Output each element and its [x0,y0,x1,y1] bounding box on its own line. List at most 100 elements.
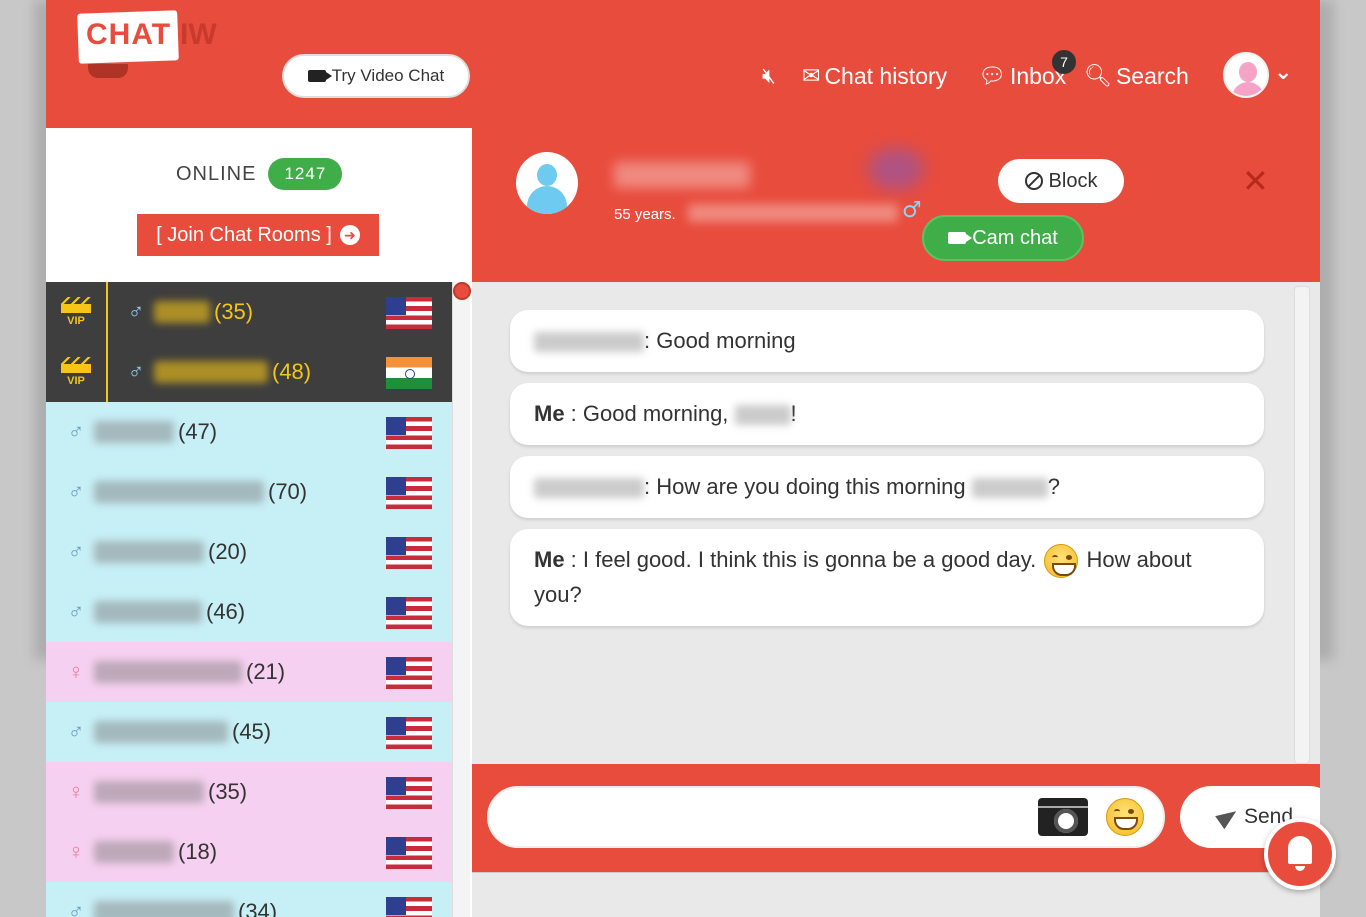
username-redacted [94,721,228,743]
notification-bell-button[interactable] [1264,818,1336,890]
sender-name-redacted [534,478,644,499]
envelope-icon: ✉ [802,63,821,88]
us-flag-icon [386,297,432,329]
vip-label: VIP [67,315,85,327]
user-avatar[interactable] [1223,52,1269,98]
peer-badge-redacted [868,148,924,190]
message-text: : I feel good. I think this is gonna be … [564,547,1043,572]
try-video-chat-label: Try Video Chat [331,66,445,85]
username-redacted [154,301,210,323]
user-age: (34) [238,899,278,917]
message-bubble: Me : Good morning, ! [510,383,1264,445]
sender-name-redacted [534,332,644,353]
user-list-item[interactable]: ♀ (21) [46,642,452,702]
search-icon: 🔍︎ [1084,63,1112,88]
peer-avatar-head [537,164,557,186]
us-flag-icon [386,537,432,569]
peer-name-redacted [614,162,750,188]
male-icon: ♂ [67,719,85,744]
crown-icon [61,357,91,373]
peer-location-redacted [688,204,898,222]
block-icon [1024,172,1043,190]
username-redacted [94,481,264,503]
user-age: (35) [208,779,248,804]
message-bubble: : Good morning [510,310,1264,372]
user-age: (46) [206,599,246,624]
user-age: (45) [232,719,272,744]
user-list-item[interactable]: ♂ (45) [46,702,452,762]
us-flag-icon [386,657,432,689]
user-list-item[interactable]: ♀ (18) [46,822,452,882]
user-list-item[interactable]: VIP ♂ (48) [46,342,452,402]
message-bubble: : How are you doing this morning ? [510,456,1264,518]
video-camera-icon [307,70,332,82]
male-icon: ♂ [127,299,145,324]
peer-avatar-body [527,186,567,214]
male-icon: ♂ [127,359,145,384]
sidebar-scrollbar[interactable] [452,282,471,917]
user-list: VIP ♂ (35) VIP ♂ (48) ♂ (47) ♂ (70) ♂ (20) ♂ (46) ♀ (21… [46,282,452,917]
us-flag-icon [386,417,432,449]
chevron-down-icon[interactable]: ⌄ [1274,60,1292,85]
volume-mute-icon: 🔇︎ [762,63,776,88]
grinning-emoji-icon [1044,544,1079,579]
arrow-right-icon: ➜ [339,225,360,245]
search-link[interactable]: 🔍︎ Search [1084,58,1189,94]
india-flag-icon [386,357,432,389]
emoji-picker-icon[interactable] [1106,798,1144,836]
chat-header: 55 years. ♂ Block Cam chat ✕ [472,128,1320,282]
user-list-item[interactable]: ♂ (70) [46,462,452,522]
join-chat-rooms-button[interactable]: [ Join Chat Rooms ] ➜ [137,214,379,256]
peer-avatar[interactable] [516,152,578,214]
try-video-chat-button[interactable]: Try Video Chat [282,54,470,98]
message-bubble: Me : I feel good. I think this is gonna … [510,529,1264,627]
user-list-item[interactable]: VIP ♂ (35) [46,282,452,342]
us-flag-icon [386,597,432,629]
username-redacted [94,841,174,863]
male-icon: ♂ [67,599,85,624]
camera-icon[interactable] [1038,798,1088,836]
chat-history-label: Chat history [824,62,948,89]
message-text-end: ? [1047,474,1060,499]
male-icon: ♂ [67,539,85,564]
chatiw-logo[interactable]: CHAT IW [77,10,228,78]
logo-speech-tail [88,64,128,78]
username-redacted [94,421,174,443]
message-sender: Me [534,401,565,426]
crown-icon [61,297,91,313]
user-list-item[interactable]: ♂ (46) [46,582,452,642]
male-icon: ♂ [67,899,85,917]
messages-scrollbar[interactable] [1294,286,1310,764]
message-text: : Good morning, [564,401,735,426]
inbox-count-badge: 7 [1052,50,1076,74]
user-age: (48) [272,359,312,384]
message-sender: Me [534,547,565,572]
username-redacted [94,901,234,917]
user-age: (18) [178,839,218,864]
footer-strip [472,872,1320,917]
online-count-badge: 1247 [268,158,343,190]
avatar-body [1232,82,1264,96]
send-icon [1215,804,1241,830]
online-label: ONLINE [176,162,257,185]
block-button[interactable]: Block [998,159,1124,203]
vip-badge: VIP [46,342,108,402]
user-list-item[interactable]: ♂ (20) [46,522,452,582]
username-redacted [154,361,268,383]
message-text: : How are you doing this morning [644,474,972,499]
user-list-item[interactable]: ♂ (34) [46,882,452,917]
close-icon[interactable]: ✕ [1242,162,1269,200]
mute-toggle[interactable]: 🔇︎ [762,58,780,94]
user-list-item[interactable]: ♂ (47) [46,402,452,462]
name-redacted [971,478,1048,499]
bell-icon [1288,836,1312,871]
female-icon: ♀ [67,779,85,804]
male-icon: ♂ [67,479,85,504]
block-label: Block [1048,169,1098,192]
cam-chat-button[interactable]: Cam chat [922,215,1084,261]
join-chat-rooms-label: [ Join Chat Rooms ] [156,223,332,246]
chat-history-link[interactable]: ✉ Chat history [802,58,947,94]
user-list-item[interactable]: ♀ (35) [46,762,452,822]
scroll-indicator-dot [453,282,471,300]
users-sidebar: ONLINE 1247 [ Join Chat Rooms ] ➜ VIP ♂ (3… [46,128,472,917]
